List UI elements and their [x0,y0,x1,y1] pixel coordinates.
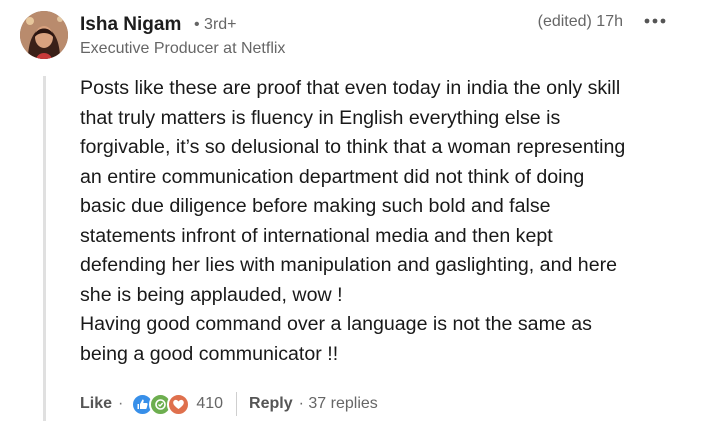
comment-line: being a good communicator !! [80,342,339,365]
profile-photo [20,11,68,59]
avatar[interactable] [20,11,68,59]
more-options-button[interactable] [642,10,668,32]
author-name[interactable]: Isha Nigam [80,14,181,36]
thread-line [43,76,46,421]
author-headline: Executive Producer at Netflix [80,40,286,57]
action-divider [236,392,238,416]
reply-button[interactable]: Reply [249,395,293,413]
reaction-count[interactable]: 410 [196,395,223,413]
replies-count[interactable]: · 37 replies [299,395,378,413]
edited-timestamp: (edited) 17h [537,13,623,30]
connection-degree: • 3rd+ [194,16,237,33]
comment-line: an entire communication department did n… [80,165,585,188]
comment-line: Posts like these are proof that even tod… [80,77,621,99]
comment-line: Having good command over a language is n… [80,313,592,335]
comment-line: she is being applauded, wow ! [80,283,343,306]
comment-actions: Like · 410 Reply · 37 replies [80,391,378,417]
like-button[interactable]: Like [80,395,112,413]
comment-line: statements infront of international medi… [80,224,553,247]
comment-line: basic due diligence before making such b… [80,195,551,217]
comment-line: forgivable, it’s so delusional to think … [80,136,626,158]
comment-line: defending her lies with manipulation and… [80,254,618,276]
reactions-summary[interactable] [131,392,191,416]
separator-dot: · [118,395,124,412]
ellipsis-icon [644,18,666,24]
comment-text: Posts like these are proof that even tod… [80,74,680,369]
comment-line: that truly matters is fluency in English… [80,106,561,129]
love-icon [167,392,191,416]
